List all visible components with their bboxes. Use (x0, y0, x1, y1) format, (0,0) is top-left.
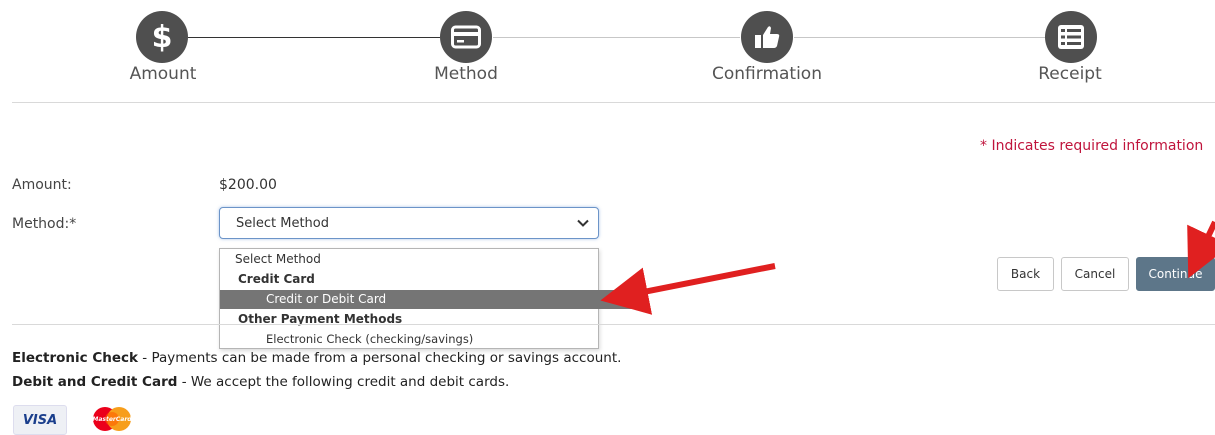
amount-value: $200.00 (219, 177, 277, 193)
card-title: Debit and Credit Card (12, 374, 178, 390)
method-dropdown-list: Select Method Credit Card Credit or Debi… (219, 248, 644, 349)
list-icon (1058, 25, 1084, 49)
continue-button[interactable]: Continue (1136, 257, 1215, 291)
option-label: Credit or Debit Card (266, 292, 387, 306)
step-label-receipt: Receipt (1038, 64, 1102, 84)
required-info-note: * Indicates required information (980, 138, 1204, 154)
echeck-text: - Payments can be made from a personal c… (138, 350, 622, 366)
card-text: - We accept the following credit and deb… (177, 374, 510, 390)
step-connector-2 (493, 37, 740, 38)
step-connector-1 (188, 37, 440, 38)
credit-card-icon (451, 25, 481, 49)
option-select-method[interactable]: Select Method (220, 250, 613, 269)
divider-top (12, 102, 1215, 103)
option-electronic-check[interactable]: Electronic Check (checking/savings) (220, 330, 644, 349)
step-method (440, 11, 492, 63)
mastercard-logo: MasterCard (86, 405, 138, 433)
optgroup-label: Credit Card (238, 272, 315, 286)
step-amount: $ (136, 11, 188, 63)
dollar-icon: $ (151, 19, 173, 55)
step-confirmation (741, 11, 793, 63)
optgroup-other-payment: Other Payment Methods (220, 310, 616, 329)
optgroup-credit-card: Credit Card (220, 270, 616, 289)
back-button[interactable]: Back (997, 257, 1054, 291)
method-select[interactable]: Select Method (219, 207, 599, 239)
option-credit-or-debit-card[interactable]: Credit or Debit Card (220, 290, 644, 309)
option-label: Electronic Check (checking/savings) (266, 332, 474, 346)
cancel-button[interactable]: Cancel (1061, 257, 1129, 291)
echeck-title: Electronic Check (12, 350, 138, 366)
step-label-confirmation: Confirmation (712, 64, 822, 84)
step-receipt (1045, 11, 1097, 63)
method-select-value: Select Method (236, 216, 329, 231)
annotation-arrow-to-continue (1187, 220, 1215, 279)
thumbs-up-icon (755, 26, 780, 48)
amount-label: Amount: (12, 177, 72, 193)
step-label-amount: Amount (129, 64, 197, 84)
divider-bottom (12, 324, 1215, 325)
chevron-down-icon (577, 219, 589, 227)
visa-logo-text: VISA (22, 412, 58, 428)
card-info: Debit and Credit Card - We accept the fo… (12, 374, 509, 390)
option-label: Select Method (235, 252, 321, 266)
echeck-info: Electronic Check - Payments can be made … (12, 350, 621, 366)
visa-logo: VISA (13, 405, 67, 435)
mastercard-logo-text: MasterCard (92, 415, 132, 423)
step-connector-3 (794, 37, 1046, 38)
step-label-method: Method (434, 64, 498, 84)
method-label: Method:* (12, 216, 77, 232)
